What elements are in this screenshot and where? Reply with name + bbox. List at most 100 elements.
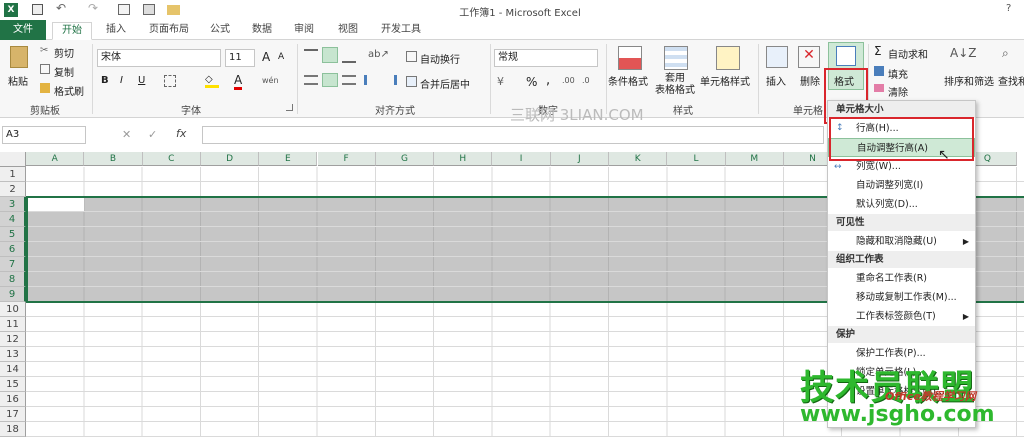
underline-button[interactable]: U: [138, 75, 145, 86]
select-all-corner[interactable]: [0, 152, 26, 167]
indent-icon[interactable]: [364, 75, 378, 85]
row-header-4[interactable]: 4: [0, 212, 26, 227]
italic-button[interactable]: I: [120, 75, 123, 86]
row-header-16[interactable]: 16: [0, 392, 26, 407]
row-header-15[interactable]: 15: [0, 377, 26, 392]
tab-file[interactable]: 文件: [0, 20, 46, 40]
column-header-m[interactable]: M: [725, 152, 784, 166]
row-header-17[interactable]: 17: [0, 407, 26, 422]
print-icon[interactable]: [143, 4, 155, 15]
open-folder-icon[interactable]: [167, 5, 180, 15]
column-header-c[interactable]: C: [142, 152, 201, 166]
insert-function-icon[interactable]: fx: [176, 127, 186, 140]
font-name-select[interactable]: 宋体: [97, 49, 221, 67]
tab-formulas[interactable]: 公式: [204, 22, 236, 40]
menu-item[interactable]: 隐藏和取消隐藏(U) ▶: [828, 232, 975, 251]
column-header-g[interactable]: G: [375, 152, 435, 166]
align-middle-icon[interactable]: [322, 47, 338, 63]
row-header-11[interactable]: 11: [0, 317, 26, 332]
menu-item[interactable]: 自动调整列宽(I): [828, 176, 975, 195]
row-header-12[interactable]: 12: [0, 332, 26, 347]
save-icon[interactable]: [32, 4, 43, 15]
menu-item[interactable]: 重命名工作表(R): [828, 269, 975, 288]
column-header-a[interactable]: A: [26, 152, 85, 166]
column-header-f[interactable]: F: [317, 152, 376, 166]
clear-button[interactable]: 清除: [888, 84, 908, 99]
cell-styles-button[interactable]: 单元格样式: [700, 73, 750, 88]
increase-decimal-icon[interactable]: .00: [562, 76, 575, 85]
percent-button[interactable]: %: [526, 75, 537, 89]
insert-cells-button[interactable]: 插入: [766, 73, 786, 88]
tab-view[interactable]: 视图: [332, 22, 364, 40]
row-header-2[interactable]: 2: [0, 182, 26, 197]
formula-input[interactable]: [202, 126, 824, 144]
align-top-icon[interactable]: [304, 49, 318, 63]
bold-button[interactable]: B: [101, 75, 109, 86]
align-bottom-icon[interactable]: [342, 49, 356, 63]
column-header-j[interactable]: J: [550, 152, 609, 166]
wrap-text-button[interactable]: 自动换行: [420, 51, 460, 66]
row-header-14[interactable]: 14: [0, 362, 26, 377]
redo-icon[interactable]: ↷: [88, 1, 98, 15]
tab-data[interactable]: 数据: [246, 22, 278, 40]
cancel-icon[interactable]: ✕: [122, 128, 131, 141]
delete-cells-button[interactable]: 删除: [800, 73, 820, 88]
font-color-button[interactable]: A: [234, 73, 243, 90]
column-header-h[interactable]: H: [434, 152, 493, 166]
decrease-decimal-icon[interactable]: .0: [582, 76, 590, 85]
row-header-10[interactable]: 10: [0, 302, 26, 317]
tab-insert[interactable]: 插入: [98, 22, 134, 40]
help-icon[interactable]: ?: [1006, 3, 1011, 14]
enter-icon[interactable]: ✓: [148, 128, 157, 141]
menu-item[interactable]: 移动或复制工作表(M)...: [828, 288, 975, 307]
format-painter-button[interactable]: 格式刷: [54, 83, 84, 98]
conditional-format-button[interactable]: 条件格式: [608, 73, 648, 88]
fill-button[interactable]: 填充: [888, 66, 908, 81]
shrink-font-button[interactable]: A: [278, 52, 284, 62]
sort-filter-button[interactable]: 排序和筛选: [944, 73, 994, 88]
border-icon[interactable]: [164, 75, 176, 87]
fill-color-icon[interactable]: ◇: [205, 74, 219, 88]
grow-font-button[interactable]: A: [262, 50, 270, 64]
comma-button[interactable]: ,: [546, 73, 550, 88]
currency-icon[interactable]: ¥: [497, 75, 504, 88]
number-format-select[interactable]: 常规: [494, 49, 598, 67]
tab-developer[interactable]: 开发工具: [376, 22, 426, 40]
copy-button[interactable]: 复制: [54, 64, 74, 79]
font-dialog-launcher-icon[interactable]: [286, 104, 293, 111]
font-size-select[interactable]: 11: [225, 49, 255, 67]
row-header-9[interactable]: 9: [0, 287, 26, 302]
outdent-icon[interactable]: [383, 75, 397, 85]
tab-home[interactable]: 开始: [52, 22, 92, 40]
align-left-icon[interactable]: [304, 75, 318, 85]
row-header-13[interactable]: 13: [0, 347, 26, 362]
column-header-e[interactable]: E: [259, 152, 318, 166]
tab-page-layout[interactable]: 页面布局: [142, 22, 196, 40]
align-center-icon[interactable]: [322, 73, 338, 87]
row-header-7[interactable]: 7: [0, 257, 26, 272]
tab-review[interactable]: 审阅: [288, 22, 320, 40]
cut-button[interactable]: 剪切: [54, 45, 74, 60]
find-select-button[interactable]: 查找和: [998, 73, 1024, 88]
print-preview-icon[interactable]: [118, 4, 130, 15]
row-header-18[interactable]: 18: [0, 422, 26, 437]
column-header-b[interactable]: B: [84, 152, 143, 166]
orientation-icon[interactable]: ab↗: [368, 49, 389, 60]
menu-item[interactable]: 默认列宽(D)...: [828, 195, 975, 214]
row-header-1[interactable]: 1: [0, 167, 26, 182]
name-box[interactable]: A3: [2, 126, 86, 144]
row-header-5[interactable]: 5: [0, 227, 26, 242]
paste-button[interactable]: 粘贴: [8, 73, 28, 88]
format-as-table-button[interactable]: 套用 表格格式: [655, 73, 695, 97]
merge-center-button[interactable]: 合并后居中: [420, 76, 470, 91]
align-right-icon[interactable]: [342, 75, 356, 85]
column-header-k[interactable]: K: [609, 152, 668, 166]
paste-icon[interactable]: [10, 46, 28, 68]
autosum-button[interactable]: 自动求和: [888, 46, 928, 61]
phonetic-button[interactable]: wén: [262, 76, 279, 85]
menu-item[interactable]: 工作表标签颜色(T) ▶: [828, 307, 975, 326]
row-header-3[interactable]: 3: [0, 197, 26, 212]
column-header-l[interactable]: L: [667, 152, 726, 166]
row-header-8[interactable]: 8: [0, 272, 26, 287]
column-header-i[interactable]: I: [492, 152, 551, 166]
